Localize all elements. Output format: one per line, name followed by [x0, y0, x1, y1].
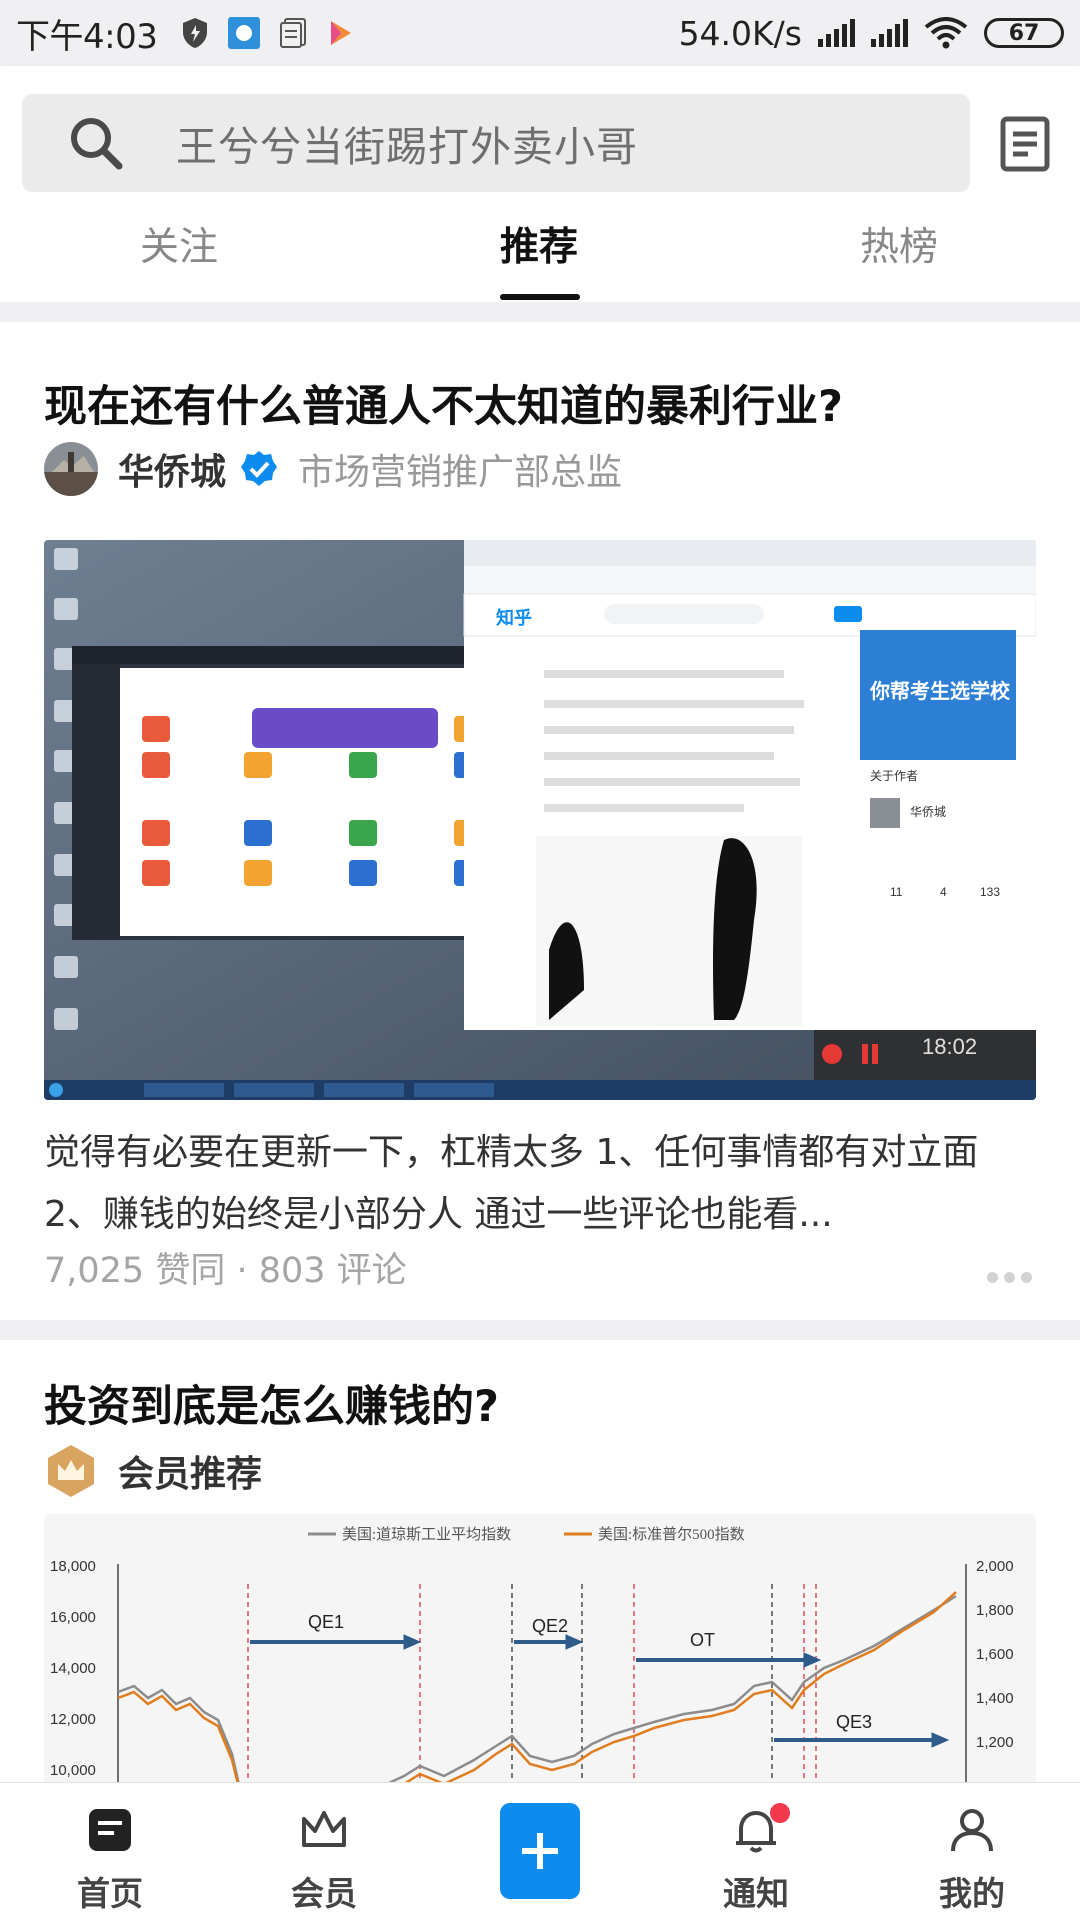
play-notification-icon: [331, 21, 352, 45]
feed-card[interactable]: 投资到底是怎么赚钱的? 会员推荐 美国:道琼斯工业平均指数 美国:标准普尔500…: [0, 1340, 1080, 1782]
more-options-icon[interactable]: [987, 1272, 1032, 1283]
tab-hot-list[interactable]: 热榜: [860, 216, 938, 272]
bottom-navigation: 首页 会员 通知 我的: [0, 1782, 1080, 1920]
feed-tabs: 关注 推荐 热榜: [0, 216, 1080, 302]
author-name[interactable]: 华侨城: [118, 443, 226, 495]
phase-label: OT: [690, 1630, 715, 1650]
recommend-source: 会员推荐: [118, 1454, 263, 1495]
tab-recommend[interactable]: 推荐: [500, 216, 578, 272]
status-time: 下午4:03: [16, 16, 158, 57]
verified-badge-icon: [241, 451, 278, 486]
desktop-screenshot-image: 知乎 你帮考生选学校 关于作者 华侨城 11 4 133 18:02: [44, 540, 1036, 1100]
image-author-name: 华侨城: [910, 805, 946, 819]
left-tick: 16,000: [50, 1609, 96, 1626]
wifi-icon: [924, 17, 968, 49]
signal-icon: [818, 19, 855, 47]
search-placeholder: 王兮兮当街踢打外卖小哥: [176, 123, 638, 171]
search-icon: [71, 118, 123, 170]
phase-label: QE2: [532, 1616, 568, 1636]
person-icon: [951, 1809, 993, 1852]
top-header: 王兮兮当街踢打外卖小哥 关注 推荐 热榜: [0, 66, 1080, 302]
crown-badge-icon: [48, 1445, 94, 1497]
chart-legend-dow: 美国:道琼斯工业平均指数: [342, 1526, 511, 1543]
ad-text: 你帮考生选学校: [869, 679, 1011, 703]
nav-label-home: 首页: [77, 1874, 143, 1913]
right-tick: 1,800: [976, 1602, 1014, 1619]
index-chart-image[interactable]: 美国:道琼斯工业平均指数 美国:标准普尔500指数 18,000 16,000 …: [44, 1514, 1036, 1782]
question-title[interactable]: 现在还有什么普通人不太知道的暴利行业?: [44, 372, 843, 434]
author-row[interactable]: 华侨城 市场营销推广部总监: [44, 442, 622, 496]
chart-legend-sp500: 美国:标准普尔500指数: [598, 1526, 745, 1543]
battery-level: 67: [1008, 20, 1040, 46]
answer-excerpt[interactable]: 觉得有必要在更新一下，杠精太多 1、任何事情都有对立面 2、赚钱的始终是小部分人…: [44, 1122, 1044, 1246]
nav-label-profile: 我的: [939, 1874, 1005, 1913]
signal-icon: [871, 19, 908, 47]
network-speed: 54.0K/s: [678, 13, 802, 53]
avatar[interactable]: [44, 442, 98, 496]
phase-label: QE3: [836, 1712, 872, 1732]
active-tab-indicator: [500, 294, 580, 300]
right-tick: 1,600: [976, 1646, 1014, 1663]
zhihu-logo-text: 知乎: [496, 607, 532, 628]
draft-document-icon[interactable]: [1000, 116, 1050, 172]
record-timer: 18:02: [922, 1034, 977, 1059]
nav-notifications[interactable]: 通知: [686, 1783, 826, 1920]
image-count: 4: [940, 885, 947, 899]
about-author-label: 关于作者: [870, 769, 918, 783]
question-title[interactable]: 投资到底是怎么赚钱的?: [44, 1372, 499, 1434]
left-tick: 12,000: [50, 1711, 96, 1728]
answer-stats: 7,025 赞同 · 803 评论: [44, 1251, 407, 1291]
nav-membership[interactable]: 会员: [254, 1783, 394, 1920]
nav-label-membership: 会员: [291, 1874, 357, 1913]
left-tick: 14,000: [50, 1660, 96, 1677]
status-bar: 下午4:03 54.0K/s 67: [0, 0, 1080, 66]
dow-sp500-chart: 美国:道琼斯工业平均指数 美国:标准普尔500指数 18,000 16,000 …: [50, 1526, 1014, 1782]
create-post-button[interactable]: [500, 1803, 580, 1899]
phase-label: QE1: [308, 1612, 344, 1632]
shield-icon: [183, 18, 208, 48]
answer-image[interactable]: 知乎 你帮考生选学校 关于作者 华侨城 11 4 133 18:02: [44, 540, 1036, 1100]
feed-list: 现在还有什么普通人不太知道的暴利行业? 华侨城 市场营销推广部总监 知乎 你帮考…: [0, 302, 1080, 1782]
app-notification-icon: [228, 17, 261, 49]
nav-profile[interactable]: 我的: [902, 1783, 1042, 1920]
nav-label-notifications: 通知: [723, 1874, 789, 1913]
right-tick: 2,000: [976, 1558, 1014, 1575]
tab-follow[interactable]: 关注: [140, 216, 218, 272]
nav-home[interactable]: 首页: [40, 1783, 180, 1920]
left-tick: 18,000: [50, 1558, 96, 1575]
right-tick: 1,200: [976, 1734, 1014, 1751]
notification-badge: [770, 1803, 790, 1823]
home-icon: [89, 1809, 131, 1851]
right-tick: 1,400: [976, 1690, 1014, 1707]
battery-icon: 67: [984, 18, 1064, 48]
author-bio: 市场营销推广部总监: [298, 452, 623, 493]
crown-icon: [302, 1811, 346, 1847]
search-bar[interactable]: 王兮兮当街踢打外卖小哥: [22, 94, 970, 192]
author-row[interactable]: 会员推荐: [44, 1444, 262, 1498]
image-count: 11: [890, 885, 903, 899]
image-count: 133: [980, 885, 1000, 899]
feed-card[interactable]: 现在还有什么普通人不太知道的暴利行业? 华侨城 市场营销推广部总监 知乎 你帮考…: [0, 322, 1080, 1320]
left-tick: 10,000: [50, 1762, 96, 1779]
plus-icon: [522, 1833, 558, 1869]
document-notification-icon: [280, 18, 307, 48]
